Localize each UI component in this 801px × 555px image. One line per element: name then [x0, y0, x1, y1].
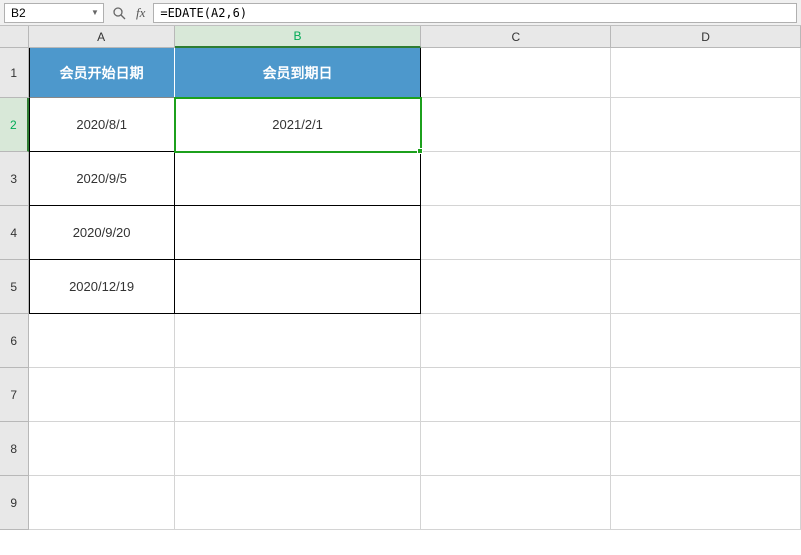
name-box-dropdown-icon[interactable]: ▼: [89, 8, 101, 17]
row-9: 9: [0, 476, 801, 530]
cell-C2[interactable]: [421, 98, 611, 152]
row-header-6[interactable]: 6: [0, 314, 29, 368]
cell-B8[interactable]: [175, 422, 422, 476]
cell-C1[interactable]: [421, 48, 611, 98]
cell-D4[interactable]: [611, 206, 801, 260]
col-header-A[interactable]: A: [29, 26, 175, 48]
row-header-4[interactable]: 4: [0, 206, 29, 260]
row-1: 1 会员开始日期 会员到期日: [0, 48, 801, 98]
row-header-2[interactable]: 2: [0, 98, 29, 152]
cell-A5[interactable]: 2020/12/19: [29, 260, 175, 314]
formula-toolbar: B2 ▼ fx =EDATE(A2,6): [0, 0, 801, 26]
cell-B6[interactable]: [175, 314, 422, 368]
row-header-9[interactable]: 9: [0, 476, 29, 530]
row-header-1[interactable]: 1: [0, 48, 29, 98]
row-8: 8: [0, 422, 801, 476]
row-3: 3 2020/9/5: [0, 152, 801, 206]
formula-bar[interactable]: =EDATE(A2,6): [153, 3, 797, 23]
cell-A8[interactable]: [29, 422, 175, 476]
cell-D9[interactable]: [611, 476, 801, 530]
cell-C6[interactable]: [421, 314, 611, 368]
cell-A2[interactable]: 2020/8/1: [29, 98, 175, 152]
cell-D3[interactable]: [611, 152, 801, 206]
zoom-icon[interactable]: [110, 4, 128, 22]
cell-C8[interactable]: [421, 422, 611, 476]
cell-A6[interactable]: [29, 314, 175, 368]
cell-D1[interactable]: [611, 48, 801, 98]
rows-container: 1 会员开始日期 会员到期日 2 2020/8/1 2021/2/1 3 202…: [0, 48, 801, 530]
row-7: 7: [0, 368, 801, 422]
name-box[interactable]: B2 ▼: [4, 3, 104, 23]
cell-C9[interactable]: [421, 476, 611, 530]
row-header-7[interactable]: 7: [0, 368, 29, 422]
cell-B2-value: 2021/2/1: [272, 117, 323, 132]
cell-B4[interactable]: [175, 206, 422, 260]
cell-D8[interactable]: [611, 422, 801, 476]
spreadsheet-grid[interactable]: A B C D 1 会员开始日期 会员到期日 2 2020/8/1 2021/2…: [0, 26, 801, 555]
cell-D7[interactable]: [611, 368, 801, 422]
cell-B2[interactable]: 2021/2/1: [175, 98, 422, 152]
name-box-value: B2: [11, 6, 26, 20]
fx-icon[interactable]: fx: [134, 5, 147, 21]
col-header-D[interactable]: D: [611, 26, 801, 48]
cell-D2[interactable]: [611, 98, 801, 152]
cell-B7[interactable]: [175, 368, 422, 422]
cell-B1[interactable]: 会员到期日: [175, 48, 422, 98]
cell-C7[interactable]: [421, 368, 611, 422]
row-6: 6: [0, 314, 801, 368]
fill-handle[interactable]: [417, 148, 423, 154]
select-all-corner[interactable]: [0, 26, 29, 48]
row-header-5[interactable]: 5: [0, 260, 29, 314]
row-5: 5 2020/12/19: [0, 260, 801, 314]
cell-D6[interactable]: [611, 314, 801, 368]
row-2: 2 2020/8/1 2021/2/1: [0, 98, 801, 152]
cell-A4[interactable]: 2020/9/20: [29, 206, 175, 260]
cell-A7[interactable]: [29, 368, 175, 422]
cell-B3[interactable]: [175, 152, 422, 206]
row-header-8[interactable]: 8: [0, 422, 29, 476]
cell-D5[interactable]: [611, 260, 801, 314]
cell-C5[interactable]: [421, 260, 611, 314]
cell-C4[interactable]: [421, 206, 611, 260]
row-header-3[interactable]: 3: [0, 152, 29, 206]
cell-B9[interactable]: [175, 476, 422, 530]
cell-A9[interactable]: [29, 476, 175, 530]
col-header-C[interactable]: C: [421, 26, 611, 48]
cell-B5[interactable]: [175, 260, 422, 314]
cell-C3[interactable]: [421, 152, 611, 206]
col-header-B[interactable]: B: [175, 26, 422, 48]
cell-A3[interactable]: 2020/9/5: [29, 152, 175, 206]
row-4: 4 2020/9/20: [0, 206, 801, 260]
cell-A1[interactable]: 会员开始日期: [29, 48, 175, 98]
column-headers: A B C D: [0, 26, 801, 48]
formula-bar-value: =EDATE(A2,6): [160, 6, 247, 20]
